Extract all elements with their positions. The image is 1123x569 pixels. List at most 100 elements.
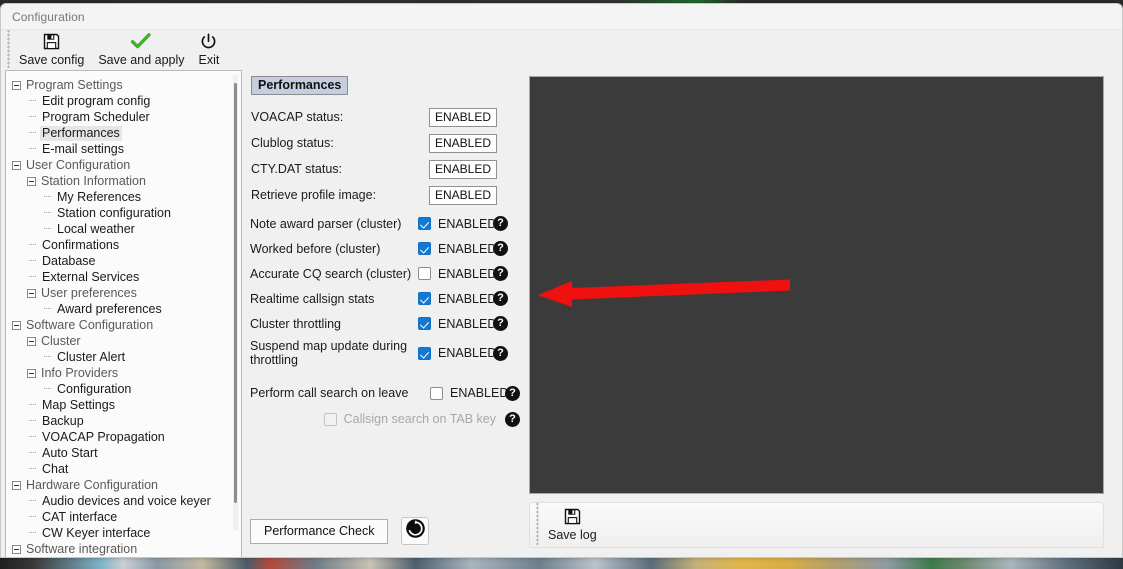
- setting-checkbox[interactable]: [418, 242, 431, 255]
- sidebar-item-program-scheduler[interactable]: Program Scheduler: [12, 109, 221, 125]
- sidebar-item-performances[interactable]: Performances: [12, 125, 221, 141]
- readonly-field-row: CTY.DAT status: ENABLED: [250, 156, 520, 182]
- refresh-button[interactable]: [401, 517, 430, 545]
- exit-label: Exit: [198, 53, 220, 67]
- sidebar-item-label: Configuration: [57, 381, 132, 396]
- sidebar-item-confirmations[interactable]: Confirmations: [12, 237, 221, 253]
- refresh-icon: [405, 518, 426, 544]
- sidebar-item-user-preferences[interactable]: User preferences: [12, 285, 221, 301]
- setting-row[interactable]: Note award parser (cluster) ENABLED?: [250, 211, 520, 236]
- performance-check-button[interactable]: Performance Check: [250, 518, 389, 544]
- sidebar-item-award-preferences[interactable]: Award preferences: [12, 301, 221, 317]
- save-and-apply-button[interactable]: Save and apply: [91, 30, 191, 67]
- sidebar-item-voacap-propagation[interactable]: VOACAP Propagation: [12, 429, 221, 445]
- power-icon: [200, 31, 217, 52]
- performances-settings-panel: Performances VOACAP status: ENABLED Clublo…: [242, 70, 520, 557]
- readonly-field-row: Clublog status: ENABLED: [250, 130, 520, 156]
- collapse-toggle-icon[interactable]: [12, 160, 21, 170]
- help-icon[interactable]: ?: [493, 291, 508, 306]
- collapse-toggle-icon[interactable]: [27, 336, 36, 346]
- tree-connector-icon: [27, 399, 39, 411]
- log-toolbar-grip[interactable]: [534, 503, 541, 545]
- toolbar-grip[interactable]: [5, 30, 12, 68]
- sidebar-item-station-information[interactable]: Station Information: [12, 173, 221, 189]
- sidebar-item-label: Software integration: [26, 541, 138, 556]
- collapse-toggle-icon[interactable]: [12, 544, 21, 554]
- sidebar-item-local-weather[interactable]: Local weather: [12, 221, 221, 237]
- help-icon[interactable]: ?: [493, 216, 508, 231]
- navigation-tree[interactable]: Program Settings Edit program config Progr…: [5, 70, 242, 558]
- tree-connector-icon: [27, 463, 39, 475]
- sidebar-item-label: Hardware Configuration: [26, 477, 159, 492]
- sidebar-item-auto-start[interactable]: Auto Start: [12, 445, 221, 461]
- help-icon[interactable]: ?: [493, 266, 508, 281]
- sidebar-item-external-services[interactable]: External Services: [12, 269, 221, 285]
- sidebar-item-edit-program-config[interactable]: Edit program config: [12, 93, 221, 109]
- sidebar-item-label: Award preferences: [57, 301, 162, 316]
- perform-call-search-checkbox[interactable]: [430, 386, 443, 400]
- sidebar-item-audio-devices-and-voice-keyer[interactable]: Audio devices and voice keyer: [12, 493, 221, 509]
- tree-scrollbar[interactable]: [233, 75, 238, 530]
- help-icon[interactable]: ?: [493, 316, 508, 331]
- setting-row[interactable]: Worked before (cluster) ENABLED?: [250, 236, 520, 261]
- exit-button[interactable]: Exit: [192, 30, 227, 67]
- log-output-area[interactable]: [529, 76, 1104, 494]
- save-config-button[interactable]: Save config: [12, 30, 91, 67]
- collapse-toggle-icon[interactable]: [27, 368, 36, 378]
- sidebar-item-cluster-alert[interactable]: Cluster Alert: [12, 349, 221, 365]
- sidebar-item-program-settings[interactable]: Program Settings: [12, 77, 221, 93]
- perform-call-search-row[interactable]: Perform call search on leave ENABLED ?: [250, 383, 520, 403]
- sidebar-item-my-references[interactable]: My References: [12, 189, 221, 205]
- sidebar-item-software-integration[interactable]: Software integration: [12, 541, 221, 557]
- sidebar-item-label: Map Settings: [42, 397, 115, 412]
- help-icon[interactable]: ?: [505, 385, 520, 401]
- setting-checkbox[interactable]: [418, 292, 431, 305]
- help-icon[interactable]: ?: [493, 345, 508, 361]
- help-icon[interactable]: ?: [505, 411, 520, 427]
- sidebar-item-info-providers[interactable]: Info Providers: [12, 365, 221, 381]
- readonly-field-label: VOACAP status:: [251, 110, 344, 124]
- sidebar-item-label: Station Information: [41, 173, 146, 188]
- help-icon[interactable]: ?: [493, 241, 508, 256]
- configuration-window: Configuration Save config Save and apply: [0, 3, 1123, 558]
- setting-row[interactable]: Suspend map update during throttling ENAB…: [250, 336, 520, 370]
- sidebar-item-configuration[interactable]: Configuration: [12, 381, 221, 397]
- tree-connector-icon: [42, 383, 54, 395]
- sidebar-item-backup[interactable]: Backup: [12, 413, 221, 429]
- setting-checkbox[interactable]: [418, 217, 431, 230]
- sidebar-item-map-settings[interactable]: Map Settings: [12, 397, 221, 413]
- sidebar-item-user-configuration[interactable]: User Configuration: [12, 157, 221, 173]
- sidebar-item-label: Station configuration: [57, 205, 171, 220]
- tree-connector-icon: [27, 527, 39, 539]
- tree-scrollbar-thumb[interactable]: [234, 83, 237, 503]
- collapse-toggle-icon[interactable]: [27, 176, 36, 186]
- sidebar-item-database[interactable]: Database: [12, 253, 221, 269]
- setting-row[interactable]: Cluster throttling ENABLED?: [250, 311, 520, 336]
- collapse-toggle-icon[interactable]: [12, 480, 21, 490]
- callsign-search-tab-checkbox[interactable]: [323, 412, 337, 426]
- setting-row[interactable]: Accurate CQ search (cluster) ENABLED?: [250, 261, 520, 286]
- setting-checkbox[interactable]: [418, 317, 431, 330]
- sidebar-item-label: Chat: [42, 461, 69, 476]
- sidebar-item-chat[interactable]: Chat: [12, 461, 221, 477]
- collapse-toggle-icon[interactable]: [27, 288, 36, 298]
- sidebar-item-label: My References: [57, 189, 142, 204]
- sidebar-item-cat-interface[interactable]: CAT interface: [12, 509, 221, 525]
- tree-connector-icon: [27, 127, 39, 139]
- collapse-toggle-icon[interactable]: [12, 320, 21, 330]
- sidebar-item-cw-keyer-interface[interactable]: CW Keyer interface: [12, 525, 221, 541]
- sidebar-item-hardware-configuration[interactable]: Hardware Configuration: [12, 477, 221, 493]
- sidebar-item-cluster[interactable]: Cluster: [12, 333, 221, 349]
- sidebar-item-software-configuration[interactable]: Software Configuration: [12, 317, 221, 333]
- content-area: Program Settings Edit program config Progr…: [1, 70, 1122, 558]
- sidebar-item-station-configuration[interactable]: Station configuration: [12, 205, 221, 221]
- save-log-button[interactable]: Save log: [541, 503, 604, 542]
- setting-checkbox[interactable]: [418, 267, 431, 280]
- setting-checkbox[interactable]: [418, 346, 431, 360]
- sidebar-item-connections[interactable]: Connections: [12, 557, 221, 558]
- sidebar-item-e-mail-settings[interactable]: E-mail settings: [12, 141, 221, 157]
- sidebar-item-label: Performances: [40, 125, 122, 141]
- collapse-toggle-icon[interactable]: [12, 80, 21, 90]
- setting-row[interactable]: Realtime callsign stats ENABLED?: [250, 286, 520, 311]
- tree-connector-icon: [42, 207, 54, 219]
